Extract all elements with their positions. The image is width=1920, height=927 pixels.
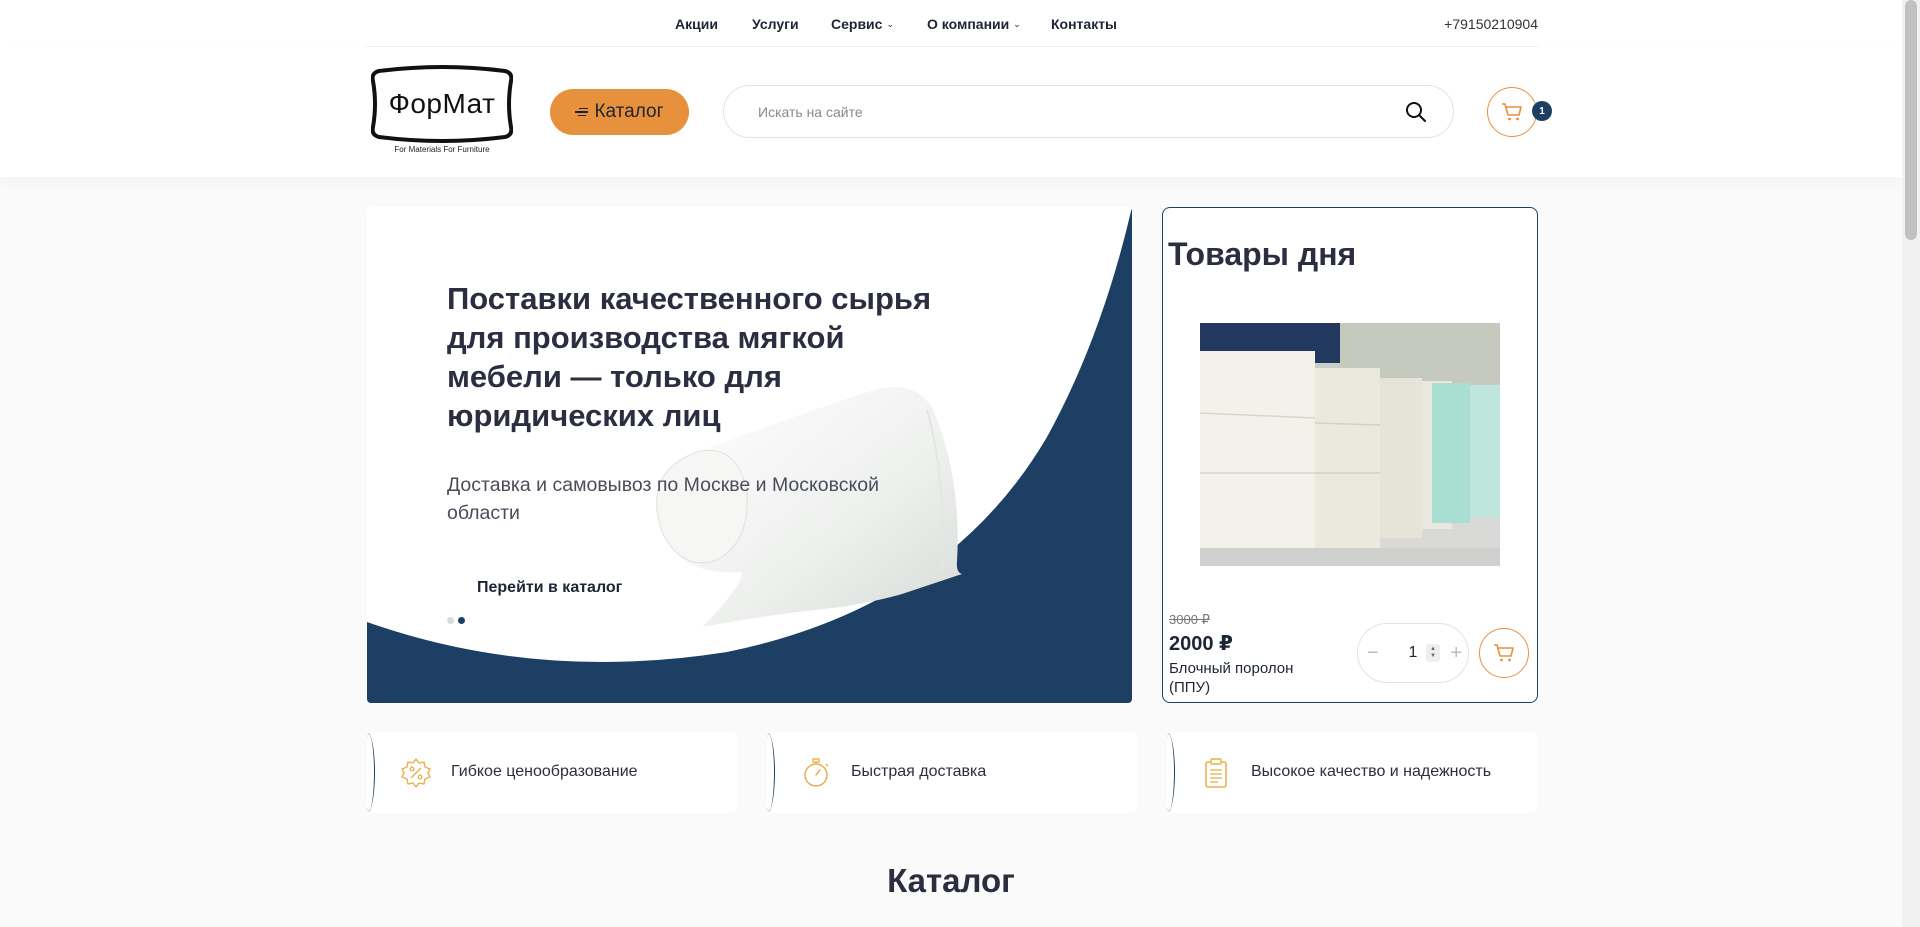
products-of-the-day: Товары дня 3000 ₽ 2000 ₽ Блочный поролон… bbox=[1162, 207, 1538, 703]
top-navigation: Акции Услуги Сервис ⌄ О компании ⌄ Контакт… bbox=[0, 0, 1902, 47]
logo-subtitle: For Materials For Furniture bbox=[394, 145, 490, 154]
slider-dot-active[interactable] bbox=[458, 617, 465, 624]
nav-item-promotions[interactable]: Акции bbox=[675, 16, 718, 32]
product-name[interactable]: Блочный поролон (ППУ) bbox=[1169, 659, 1319, 697]
feature-card-quality: Высокое качество и надежность bbox=[1167, 732, 1538, 813]
decrease-quantity-button[interactable]: − bbox=[1367, 643, 1379, 663]
add-to-cart-button[interactable] bbox=[1479, 628, 1529, 678]
search-box bbox=[723, 85, 1454, 138]
logo-text: ФорМат bbox=[388, 88, 496, 119]
stopwatch-icon bbox=[804, 758, 829, 787]
hero-banner: Поставки качественного сырья для произво… bbox=[367, 207, 1132, 703]
quantity-input[interactable]: 1 bbox=[1403, 644, 1423, 662]
feature-card-delivery: Быстрая доставка bbox=[767, 732, 1138, 813]
cart-button[interactable] bbox=[1487, 87, 1537, 137]
slider-dots bbox=[447, 617, 465, 624]
cart-count-badge: 1 bbox=[1532, 101, 1552, 121]
percent-gear-icon bbox=[401, 758, 431, 788]
chevron-down-icon: ⌄ bbox=[1013, 18, 1021, 29]
cart-icon bbox=[1494, 644, 1514, 662]
nav-item-services[interactable]: Услуги bbox=[752, 16, 799, 32]
current-price: 2000 ₽ bbox=[1169, 633, 1233, 655]
nav-item-label: О компании bbox=[927, 16, 1010, 32]
old-price: 3000 ₽ bbox=[1169, 612, 1210, 627]
nav-item-label: Сервис bbox=[831, 16, 883, 32]
top-bar: Акции Услуги Сервис ⌄ О компании ⌄ Контакт… bbox=[0, 0, 1902, 47]
search-icon[interactable] bbox=[1405, 101, 1427, 123]
increase-quantity-button[interactable]: + bbox=[1450, 643, 1462, 663]
hero-title: Поставки качественного сырья для произво… bbox=[447, 281, 932, 433]
search-input[interactable] bbox=[758, 86, 1378, 137]
catalog-button[interactable]: Каталог bbox=[550, 89, 689, 135]
catalog-button-label: Каталог bbox=[594, 101, 664, 122]
catalog-section-title: Каталог bbox=[887, 862, 1015, 899]
hero-subtitle: Доставка и самовывоз по Москве и Московс… bbox=[447, 474, 879, 524]
slider-dot[interactable] bbox=[447, 617, 454, 624]
spinner-arrows-icon[interactable]: ▲ ▼ bbox=[1426, 644, 1440, 662]
nav-item-label: Акции bbox=[675, 16, 718, 32]
scrollbar-thumb[interactable] bbox=[1905, 0, 1917, 240]
page-scrollbar[interactable] bbox=[1902, 0, 1920, 927]
feature-label: Высокое качество и надежность bbox=[1251, 763, 1492, 780]
product-image[interactable] bbox=[1200, 323, 1500, 566]
feature-label: Быстрая доставка bbox=[851, 763, 987, 780]
deal-title: Товары дня bbox=[1168, 236, 1357, 272]
chevron-down-icon: ⌄ bbox=[886, 18, 894, 29]
nav-item-contacts[interactable]: Контакты bbox=[1051, 16, 1117, 32]
cart-icon bbox=[1502, 103, 1522, 121]
feature-card-pricing: Гибкое ценообразование bbox=[367, 732, 738, 813]
phone-link[interactable]: +79150210904 bbox=[1444, 16, 1538, 32]
go-to-catalog-button[interactable]: Перейти в каталог bbox=[447, 568, 653, 608]
foam-blocks-photo bbox=[1200, 323, 1500, 566]
nav-item-label: Контакты bbox=[1051, 16, 1118, 32]
menu-icon bbox=[575, 107, 589, 117]
feature-label: Гибкое ценообразование bbox=[451, 763, 638, 780]
logo[interactable]: ФорМат For Materials For Furniture bbox=[371, 65, 513, 159]
quantity-stepper: − 1 ▲ ▼ + bbox=[1357, 623, 1469, 683]
nav-item-about[interactable]: О компании ⌄ bbox=[927, 16, 1021, 32]
site-header: ФорМат For Materials For Furniture Катал… bbox=[0, 47, 1902, 177]
nav-item-label: Услуги bbox=[752, 16, 799, 32]
clipboard-icon bbox=[1205, 758, 1227, 788]
nav-item-service[interactable]: Сервис ⌄ bbox=[831, 16, 894, 32]
